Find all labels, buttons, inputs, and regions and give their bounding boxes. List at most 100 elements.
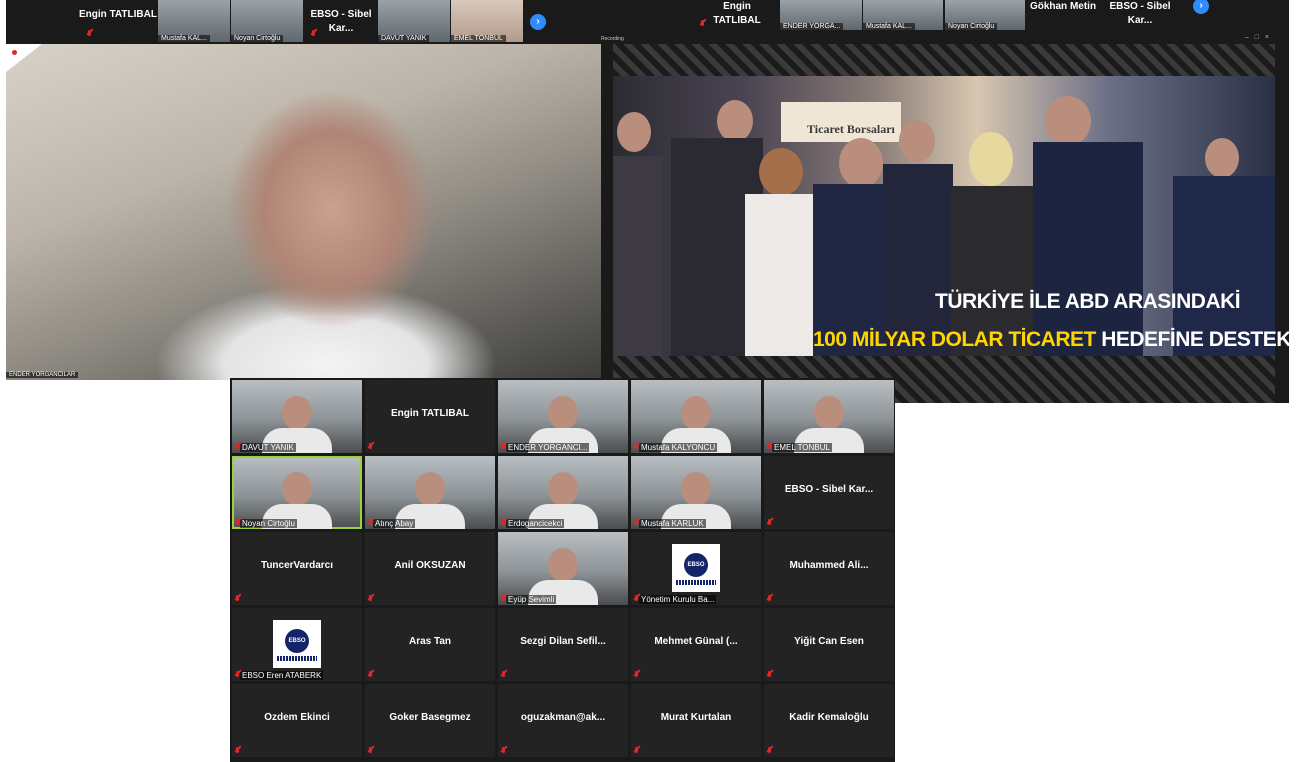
participant-name: Mehmet Günal (... [654, 636, 738, 647]
muted-mic-icon [367, 747, 374, 755]
person-suit [613, 156, 663, 356]
strip-thumb[interactable]: EMEL TONBUL [451, 0, 523, 42]
headline-white: HEDEFİNE DESTEK [1101, 328, 1289, 351]
muted-mic-icon [633, 519, 640, 527]
participant-tile[interactable]: Mehmet Günal (... [631, 608, 761, 681]
participant-tile[interactable]: Mustafa KARLUK [631, 456, 761, 529]
participant-name: TuncerVardarcı [260, 560, 334, 571]
strip-thumb-label: ENDER YORGA... [780, 23, 844, 30]
strip-thumb[interactable]: Noyan Cirtoğlu [945, 0, 1025, 30]
strip-thumb-label: DAVUT YANIK [378, 35, 430, 42]
person [969, 132, 1013, 186]
participant-label: EBSO Eren ATABERK [240, 671, 324, 680]
participant-face [282, 472, 312, 506]
participant-face [548, 396, 578, 430]
person [839, 138, 883, 188]
muted-mic-icon [633, 595, 640, 603]
participant-face [681, 396, 711, 430]
participant-tile[interactable]: Goker Basegmez [365, 684, 495, 757]
participant-tile[interactable]: Kadir Kemaloğlu [764, 684, 894, 757]
participant-tile[interactable]: Mustafa KALYONCU [631, 380, 761, 453]
muted-mic-icon [500, 671, 507, 679]
participant-tile[interactable]: oguzakman@ak... [498, 684, 628, 757]
logo-subtitle [277, 656, 317, 661]
participant-name: Engin TATLIBAL [391, 408, 469, 419]
person [899, 120, 935, 162]
strip-thumb-label: EMEL TONBUL [451, 35, 506, 42]
participant-label: DAVUT YANIK [240, 443, 296, 452]
participant-tile[interactable]: Yiğit Can Esen [764, 608, 894, 681]
strip-thumb-label: Noyan Cirtoğlu [945, 23, 998, 30]
muted-mic-icon [367, 671, 374, 679]
participant-tile[interactable]: Sezgi Dilan Sefil... [498, 608, 628, 681]
hatch-band-top [613, 44, 1275, 76]
strip-thumb-label: Mustafa KAL... [863, 23, 915, 30]
participant-tile[interactable]: Anil OKSUZAN [365, 532, 495, 605]
chevron-right-icon[interactable]: › [530, 14, 546, 30]
recording-dot-icon [12, 50, 17, 55]
strip-thumb[interactable]: ENDER YORGA... [780, 0, 862, 30]
muted-mic-icon [367, 595, 374, 603]
participant-tile[interactable]: EBSO Yönetim Kurulu Ba... [631, 532, 761, 605]
participant-tile[interactable]: Murat Kurtalan [631, 684, 761, 757]
strip-tile-sibel[interactable]: EBSO - Sibel Kar... [304, 0, 378, 42]
participant-name: Aras Tan [408, 636, 452, 647]
strip-thumb[interactable]: DAVUT YANIK [378, 0, 450, 42]
participant-face [814, 396, 844, 430]
participant-face [548, 472, 578, 506]
gallery-screenshot: DAVUT YANIK Engin TATLIBAL ENDER YORGANCI.… [230, 378, 895, 762]
person [717, 100, 753, 142]
strip-thumb[interactable]: Noyan Cirtoğlu [231, 0, 303, 42]
participant-face [681, 472, 711, 506]
strip-thumb[interactable]: Mustafa KAL... [863, 0, 943, 30]
participant-tile[interactable]: Atınç Abay [365, 456, 495, 529]
strip-name: Engin TATLIBAL [713, 1, 761, 26]
participant-tile[interactable]: EMEL TONBUL [764, 380, 894, 453]
active-speaker-video: ENDER YORGANCILAR [6, 44, 601, 380]
muted-mic-icon [633, 443, 640, 451]
strip-tile-engin[interactable]: Engin TATLIBAL [699, 0, 775, 30]
strip-thumb[interactable]: Mustafa KAL... [158, 0, 230, 42]
muted-mic-icon [766, 595, 773, 603]
top-left-screenshot: Engin TATLIBAL Mustafa KAL... Noyan Cirt… [6, 0, 601, 380]
muted-mic-icon [633, 747, 640, 755]
muted-mic-icon [633, 671, 640, 679]
muted-mic-icon [310, 30, 317, 38]
muted-mic-icon [500, 747, 507, 755]
muted-mic-icon [367, 443, 374, 451]
participant-tile[interactable]: Aras Tan [365, 608, 495, 681]
sign-board: Ticaret Borsaları [781, 102, 901, 142]
participant-tile[interactable]: Engin TATLIBAL [365, 380, 495, 453]
participant-tile[interactable]: DAVUT YANIK [232, 380, 362, 453]
news-video: Ticaret Borsaları TÜRKİYE İLE ABD ARASIN… [613, 76, 1289, 356]
person [1045, 96, 1091, 146]
participant-name: EBSO - Sibel Kar... [784, 484, 874, 495]
strip-tile-sibel[interactable]: EBSO - Sibel Kar... [1099, 0, 1181, 30]
logo-text: EBSO [285, 629, 309, 653]
participant-tile[interactable]: Eyüp Sevimli [498, 532, 628, 605]
chevron-right-icon[interactable]: › [1193, 0, 1209, 14]
participant-tile[interactable]: Özdem Ekinci [232, 684, 362, 757]
participant-label: Yönetim Kurulu Ba... [639, 595, 717, 604]
participant-tile[interactable]: Erdogancicekci [498, 456, 628, 529]
participant-label: Mustafa KALYONCU [639, 443, 718, 452]
participant-strip: Engin TATLIBAL ENDER YORGA... Mustafa KA… [601, 0, 1289, 30]
participant-name: Sezgi Dilan Sefil... [520, 636, 606, 647]
strip-tile-engin[interactable]: Engin TATLIBAL [78, 0, 158, 42]
participant-tile[interactable]: Muhammed Ali... [764, 532, 894, 605]
participant-tile[interactable]: EBSO - Sibel Kar... [764, 456, 894, 529]
participant-face [282, 396, 312, 430]
participant-strip: Engin TATLIBAL Mustafa KAL... Noyan Cirt… [6, 0, 601, 44]
muted-mic-icon [766, 519, 773, 527]
muted-mic-icon [766, 443, 773, 451]
person [759, 148, 803, 196]
participant-name: Özdem Ekinci [264, 712, 330, 723]
muted-mic-icon [234, 519, 241, 527]
participant-tile[interactable]: ENDER YORGANCI... [498, 380, 628, 453]
strip-tile-gokhan[interactable]: Gökhan Metin [1027, 0, 1099, 30]
participant-tile[interactable]: Noyan Cirtoğlu [232, 456, 362, 529]
participant-tile[interactable]: TuncerVardarcı [232, 532, 362, 605]
ebso-logo-icon: EBSO [672, 544, 720, 592]
participant-tile[interactable]: EBSO EBSO Eren ATABERK [232, 608, 362, 681]
strip-name: Engin TATLIBAL [79, 9, 157, 20]
